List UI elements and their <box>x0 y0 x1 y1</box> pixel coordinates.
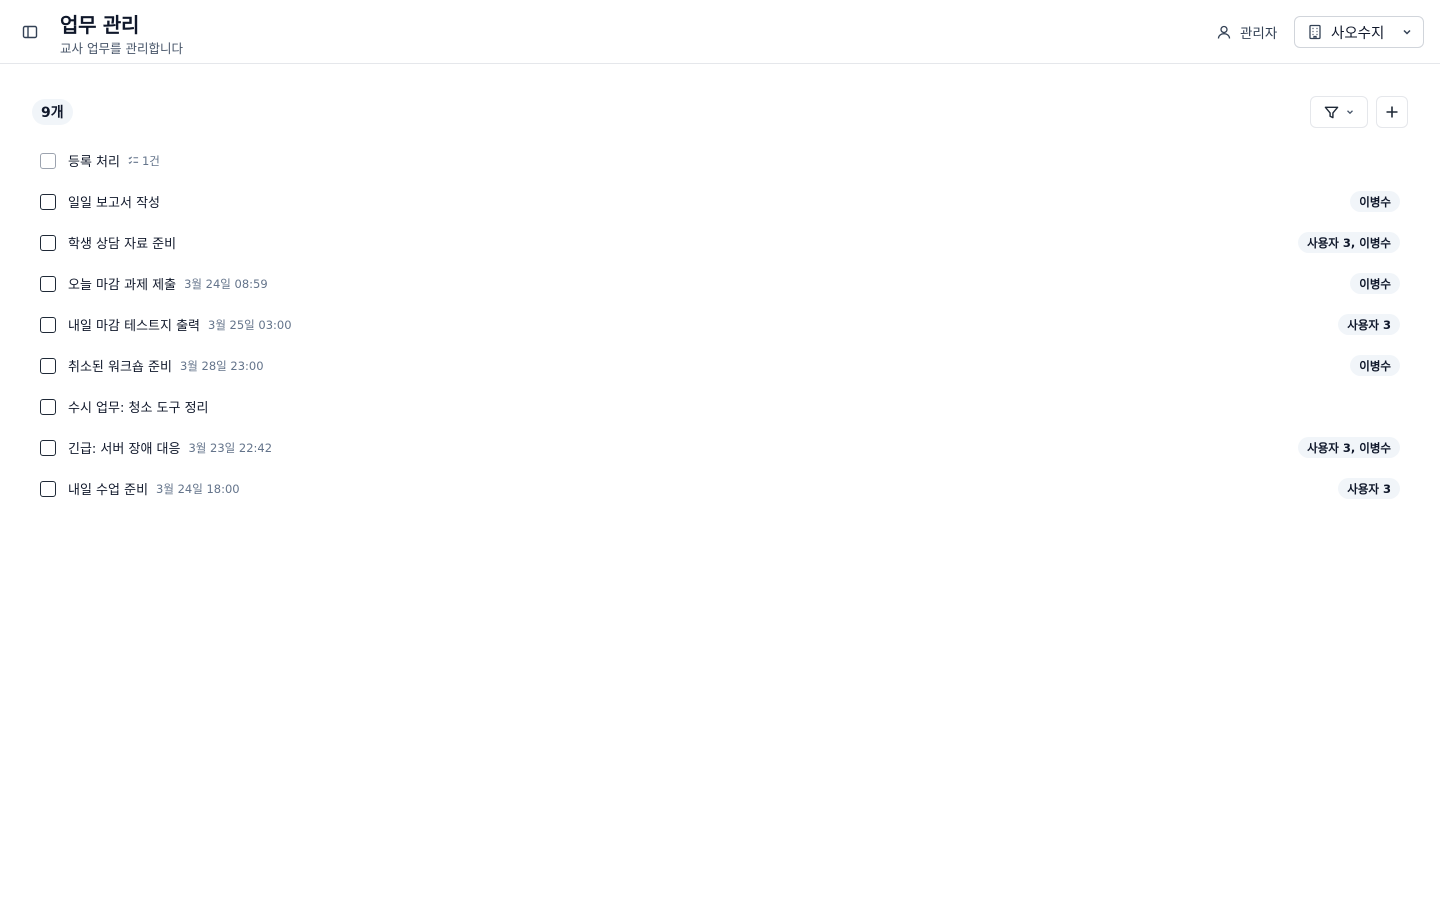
task-title[interactable]: 수시 업무: 청소 도구 정리 <box>68 397 209 416</box>
task-title[interactable]: 학생 상담 자료 준비 <box>68 233 176 252</box>
task-checkbox[interactable] <box>40 193 56 210</box>
school-select-value: 사오수지 <box>1331 25 1385 42</box>
task-row[interactable]: 일일 보고서 작성 이병수 <box>32 181 1408 222</box>
assignee-badge: 이병수 <box>1350 191 1400 212</box>
sidebar-toggle-button[interactable] <box>16 18 44 46</box>
task-count-badge: 9개 <box>32 99 73 125</box>
task-due-date: 3월 25일 03:00 <box>208 317 292 332</box>
building-icon <box>1309 24 1321 40</box>
plus-icon <box>1386 106 1398 118</box>
task-row[interactable]: 긴급: 서버 장애 대응 3월 23일 22:42 사용자 3, 이병수 <box>32 427 1408 468</box>
task-checkbox[interactable] <box>40 275 56 292</box>
task-row[interactable]: 취소된 워크숍 준비 3월 28일 23:00 이병수 <box>32 345 1408 386</box>
task-title[interactable]: 취소된 워크숍 준비 <box>68 356 172 375</box>
user-label: 관리자 <box>1240 26 1278 42</box>
add-task-button[interactable] <box>1376 96 1408 128</box>
task-title[interactable]: 오늘 마감 과제 제출 <box>68 274 176 293</box>
school-select[interactable]: 사오수지 <box>1294 16 1424 48</box>
task-checkbox[interactable] <box>40 316 56 333</box>
task-row[interactable]: 등록 처리 1건 <box>32 140 1408 181</box>
assignee-badge: 이병수 <box>1350 273 1400 294</box>
task-checkbox[interactable] <box>40 357 56 374</box>
task-row[interactable]: 학생 상담 자료 준비 사용자 3, 이병수 <box>32 222 1408 263</box>
chevron-down-icon <box>1401 26 1413 38</box>
task-row[interactable]: 내일 마감 테스트지 출력 3월 25일 03:00 사용자 3 <box>32 304 1408 345</box>
assignee-badge: 사용자 3 <box>1338 314 1400 335</box>
task-subtask-count: 1건 <box>141 153 160 168</box>
assignee-badge: 이병수 <box>1350 355 1400 376</box>
filter-icon <box>1324 106 1338 118</box>
chevron-down-icon <box>1346 110 1353 115</box>
task-checkbox[interactable] <box>40 234 56 251</box>
task-checkbox[interactable] <box>40 398 56 415</box>
user-menu[interactable]: 관리자 <box>1216 22 1277 42</box>
task-title[interactable]: 일일 보고서 작성 <box>68 192 160 211</box>
assignee-badge: 사용자 3 <box>1338 478 1400 499</box>
task-due-date: 3월 28일 23:00 <box>179 358 264 373</box>
task-due-date: 3월 24일 18:00 <box>156 481 240 496</box>
task-title[interactable]: 내일 수업 준비 <box>68 479 148 498</box>
page-subtitle: 교사 업무를 관리합니다 <box>60 41 183 56</box>
task-title[interactable]: 내일 마감 테스트지 출력 <box>68 315 200 334</box>
task-checkbox[interactable] <box>40 152 56 169</box>
task-row[interactable]: 수시 업무: 청소 도구 정리 <box>32 386 1408 427</box>
task-title[interactable]: 등록 처리 <box>68 151 120 170</box>
task-due-date: 3월 24일 08:59 <box>184 276 268 291</box>
task-row[interactable]: 내일 수업 준비 3월 24일 18:00 사용자 3 <box>32 468 1408 509</box>
sidebar-toggle-icon <box>22 25 38 39</box>
task-checkbox[interactable] <box>40 439 56 456</box>
user-icon <box>1217 25 1231 39</box>
task-meta: 1건 <box>128 153 160 169</box>
app-header: 업무 관리 교사 업무를 관리합니다 관리자 사오수지 <box>0 0 1440 64</box>
task-row[interactable]: 오늘 마감 과제 제출 3월 24일 08:59 이병수 <box>32 263 1408 304</box>
page-title: 업무 관리 <box>60 13 140 37</box>
task-title[interactable]: 긴급: 서버 장애 대응 <box>68 438 180 457</box>
filter-button[interactable] <box>1310 96 1368 128</box>
task-due-date: 3월 23일 22:42 <box>188 440 273 455</box>
task-checkbox[interactable] <box>40 480 56 497</box>
assignee-badge: 사용자 3, 이병수 <box>1298 232 1400 253</box>
assignee-badge: 사용자 3, 이병수 <box>1298 437 1400 458</box>
task-list: 등록 처리 1건 일일 보고서 작성 이병수 학생 상담 자료 준비 사용자 3… <box>32 140 1408 509</box>
list-checks-icon <box>128 156 139 165</box>
